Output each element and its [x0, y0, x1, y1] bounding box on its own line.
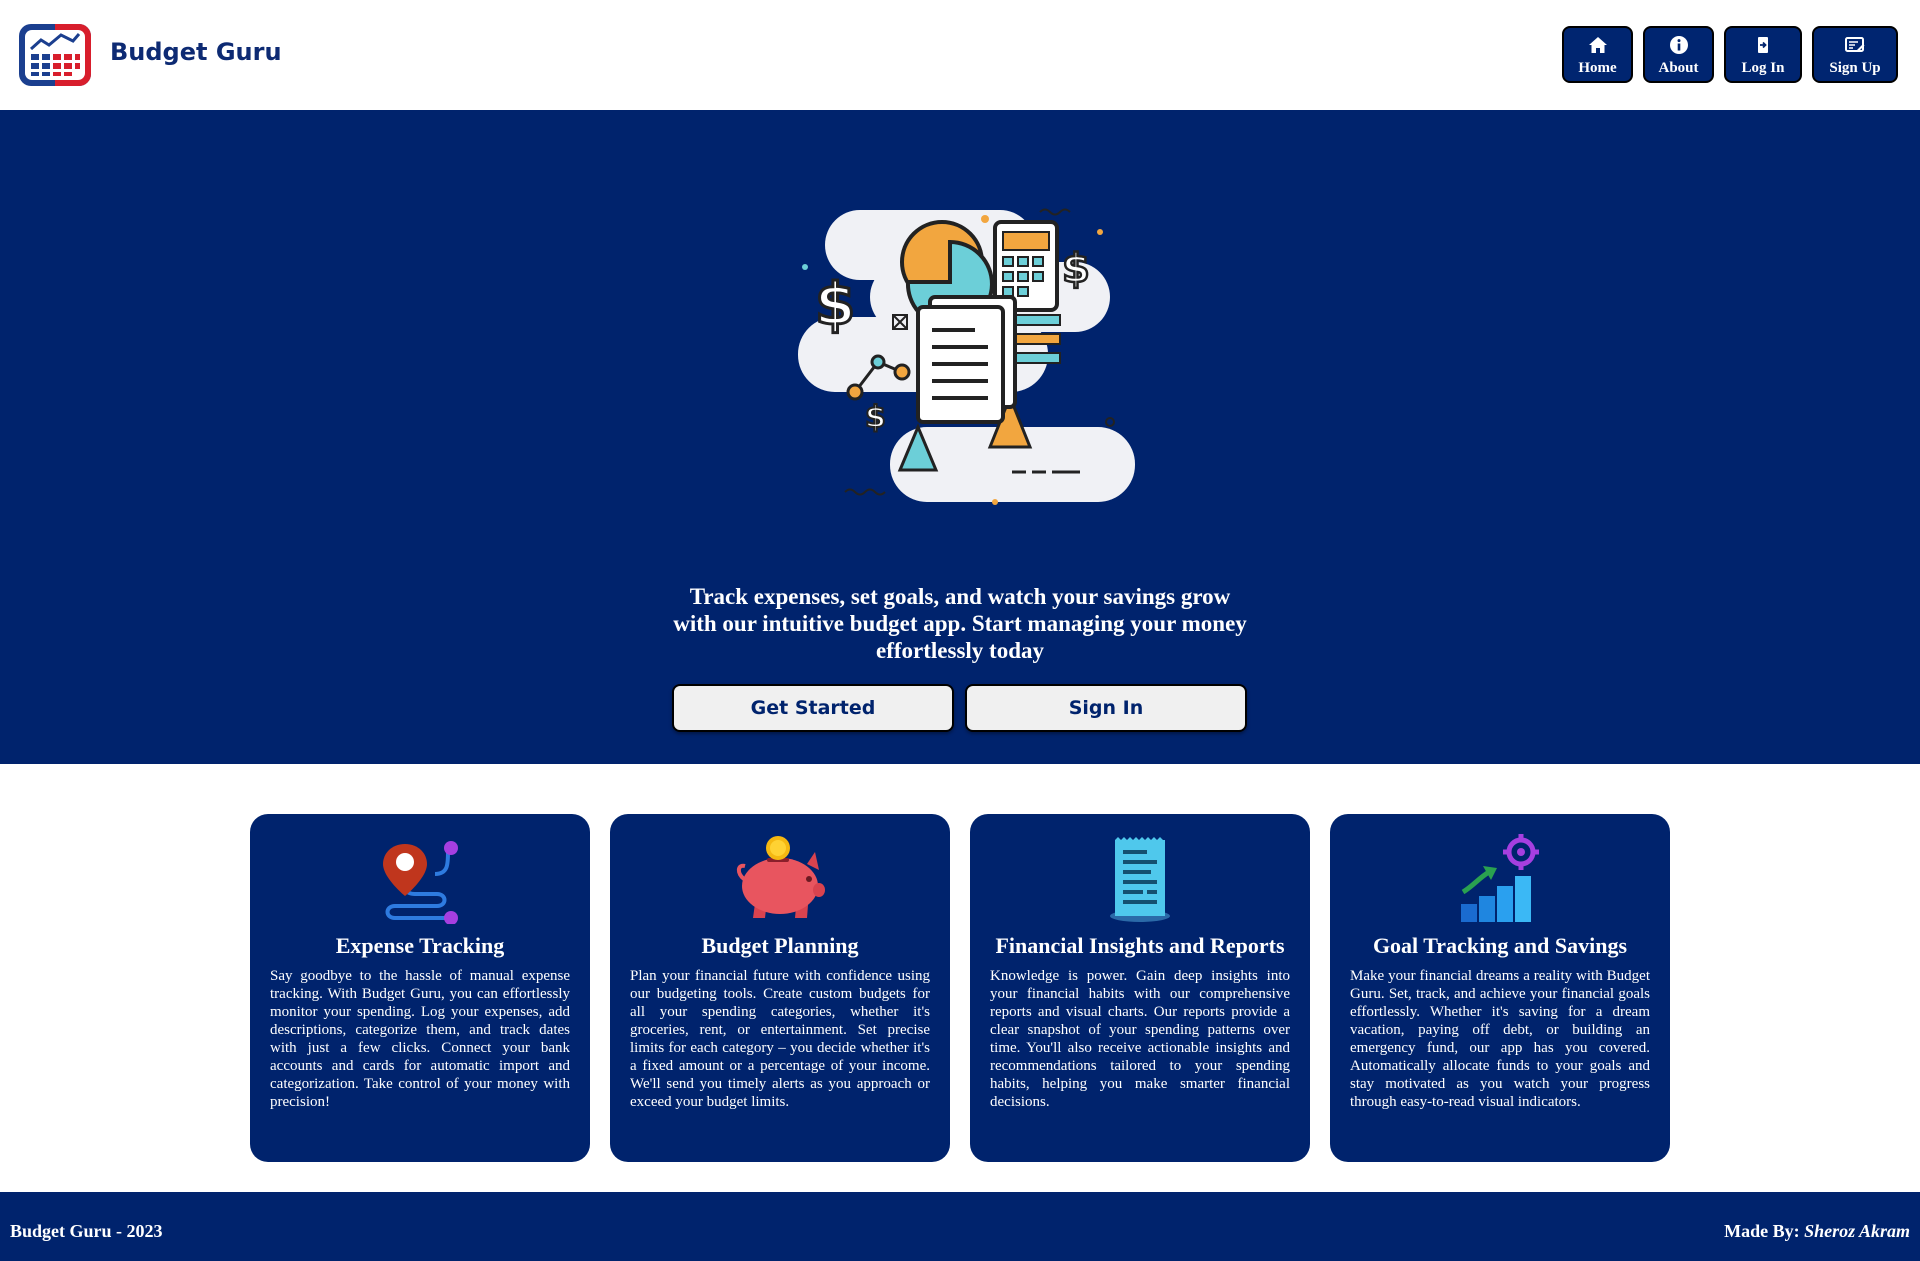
nav-login-label: Log In — [1741, 60, 1785, 76]
home-icon — [1588, 37, 1607, 53]
feature-card-expense-tracking: Expense Tracking Say goodbye to the hass… — [250, 814, 590, 1162]
finance-illustration-icon: $ $ $ — [798, 208, 1135, 505]
feature-title: Expense Tracking — [335, 933, 505, 958]
features-section: Expense Tracking Say goodbye to the hass… — [250, 814, 1670, 1162]
hero-actions: Get Started Sign In — [672, 684, 1247, 732]
brand-name[interactable]: Budget Guru — [110, 38, 282, 66]
hero-section: $ $ $ Track expenses, set goals, and wat… — [0, 110, 1920, 764]
site-header: Budget Guru Home About Log In Sign Up — [0, 0, 1920, 110]
feature-title: Goal Tracking and Savings — [1372, 933, 1628, 958]
svg-text:$: $ — [865, 400, 886, 435]
feature-card-goal-tracking: Goal Tracking and Savings Make your fina… — [1330, 814, 1670, 1162]
login-icon — [1758, 37, 1768, 53]
hero-tagline: Track expenses, set goals, and watch you… — [673, 584, 1247, 663]
main-nav: Home About Log In Sign Up — [1562, 26, 1898, 83]
budget-chart-logo-icon[interactable] — [19, 24, 91, 86]
nav-signup-button[interactable]: Sign Up — [1812, 26, 1898, 83]
nav-home-label: Home — [1578, 60, 1617, 76]
get-started-button[interactable]: Get Started — [672, 684, 954, 732]
svg-text:$: $ — [1062, 246, 1090, 292]
nav-about-label: About — [1658, 60, 1699, 76]
sign-in-button[interactable]: Sign In — [965, 684, 1247, 732]
nav-signup-label: Sign Up — [1829, 60, 1881, 76]
feature-description: Say goodbye to the hassle of manual expe… — [270, 968, 570, 1110]
map-pin-route-icon — [383, 841, 458, 924]
feature-title: Financial Insights and Reports — [995, 933, 1285, 958]
feature-title: Budget Planning — [701, 933, 859, 958]
author-name: Sheroz Akram — [1804, 1221, 1910, 1241]
site-footer: Budget Guru - 2023 Made By: Sheroz Akram — [0, 1192, 1920, 1261]
feature-card-budget-planning: Budget Planning Plan your financial futu… — [610, 814, 950, 1162]
nav-home-button[interactable]: Home — [1562, 26, 1633, 83]
signup-icon — [1845, 37, 1865, 52]
feature-description: Plan your financial future with confiden… — [630, 968, 930, 1110]
nav-about-button[interactable]: About — [1643, 26, 1714, 83]
svg-text:$: $ — [815, 270, 855, 338]
feature-description: Make your financial dreams a reality wit… — [1350, 968, 1650, 1110]
footer-credit: Made By: Sheroz Akram — [1724, 1221, 1910, 1242]
info-icon — [1669, 36, 1688, 54]
feature-card-financial-insights: Financial Insights and Reports Knowledge… — [970, 814, 1310, 1162]
footer-copyright: Budget Guru - 2023 — [10, 1221, 163, 1241]
growth-target-icon — [1461, 834, 1539, 922]
piggy-bank-icon — [736, 836, 825, 918]
feature-description: Knowledge is power. Gain deep insights i… — [990, 968, 1290, 1110]
nav-login-button[interactable]: Log In — [1724, 26, 1802, 83]
made-by-label: Made By: — [1724, 1221, 1800, 1241]
receipt-report-icon — [1110, 837, 1170, 922]
